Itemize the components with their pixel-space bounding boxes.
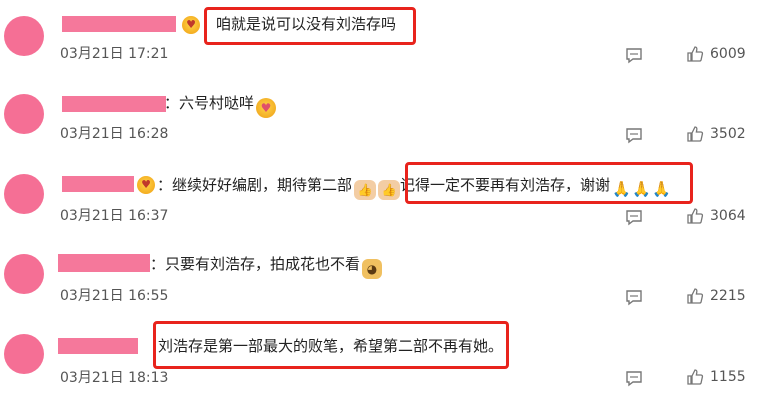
thumbs-up-emoji-icon: 👍 [354,180,377,200]
timestamp: 03月21日 16:28 [60,126,169,142]
doge-emoji-icon: ◕ [362,259,383,279]
username-mask[interactable] [62,176,134,192]
username-mask[interactable] [58,338,138,354]
avatar[interactable] [4,16,44,56]
comment-item: 刘浩存是第一部最大的败笔，希望第二部不再有她。 03月21日 18:13 115… [0,326,765,406]
comment-icon[interactable] [625,46,643,64]
timestamp: 03月21日 18:13 [60,370,169,386]
kiss-emoji-icon: ♥ [256,98,277,118]
comment-item: ♥ 咱就是说可以没有刘浩存吗 03月21日 17:21 6009 [0,10,765,90]
avatar[interactable] [4,94,44,134]
like-count: 1155 [710,369,746,385]
avatar[interactable] [4,254,44,294]
comment-item: ：六号村哒咩 ♥ 03月21日 16:28 3502 [0,88,765,168]
pray-emoji-icon: 🙏 [612,180,631,198]
username-mask[interactable] [62,16,176,32]
thumbs-up-emoji-icon: 👍 [378,180,401,200]
like-count: 3064 [710,208,746,224]
badge-emoji-icon: ♥ [137,176,155,194]
like-count: 6009 [710,46,746,62]
thumbs-up-icon[interactable] [686,207,704,225]
thumbs-up-icon[interactable] [686,125,704,143]
comment-icon[interactable] [625,126,643,144]
comment-item: ：只要有刘浩存，拍成花也不看 ◕ 03月21日 16:55 2215 [0,246,765,326]
like-count: 3502 [710,126,746,142]
comment-text: ：六号村哒咩 ♥ [164,93,277,118]
comment-text: ：只要有刘浩存，拍成花也不看 ◕ [150,254,383,279]
timestamp: 03月21日 16:55 [60,288,169,304]
timestamp: 03月21日 16:37 [60,208,169,224]
pray-emoji-icon: 🙏 [652,180,671,198]
thumbs-up-icon[interactable] [686,368,704,386]
comment-icon[interactable] [625,208,643,226]
avatar[interactable] [4,334,44,374]
comment-text: 刘浩存是第一部最大的败笔，希望第二部不再有她。 [158,337,504,355]
username-mask[interactable] [58,254,150,272]
comment-text: 咱就是说可以没有刘浩存吗 [216,15,397,33]
like-count: 2215 [710,288,746,304]
comment-text: ：继续好好编剧，期待第二部 👍 👍 记得一定不要再有刘浩存，谢谢 🙏🙏🙏 [157,176,671,200]
comment-icon[interactable] [625,288,643,306]
thumbs-up-icon[interactable] [686,45,704,63]
badge-emoji-icon: ♥ [182,16,200,34]
thumbs-up-icon[interactable] [686,287,704,305]
username-mask[interactable] [62,96,166,112]
pray-emoji-icon: 🙏 [632,180,651,198]
comment-item: ♥ ：继续好好编剧，期待第二部 👍 👍 记得一定不要再有刘浩存，谢谢 🙏🙏🙏 03月21… [0,166,765,246]
comment-icon[interactable] [625,369,643,387]
avatar[interactable] [4,174,44,214]
timestamp: 03月21日 17:21 [60,46,169,62]
